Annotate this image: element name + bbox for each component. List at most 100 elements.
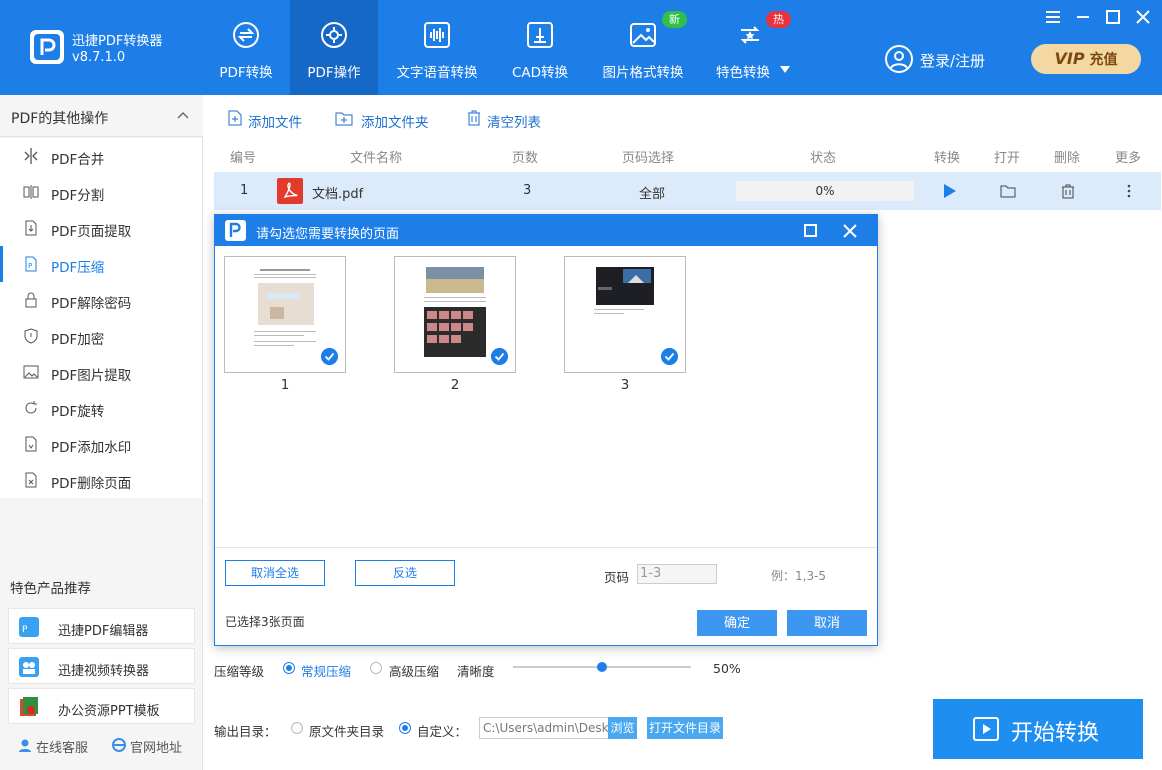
recommend-ppt-template[interactable]: 办公资源PPT模板 [8,688,195,724]
recommend-label: 迅捷视频转换器 [58,664,150,679]
col-no: 编号 [230,151,257,166]
recommend-video-converter[interactable]: 迅捷视频转换器 [8,648,195,684]
sidebar-item-encrypt[interactable]: PDF加密 [0,318,202,354]
tab-label: PDF操作 [307,65,361,81]
deselect-all-button[interactable]: 取消全选 [225,560,325,586]
sidebar: PDF的其他操作 PDF合并 PDF分割 PDF页面提取 P PDF压缩 PDF… [0,95,203,770]
gear-icon [321,22,347,48]
checkmark-icon[interactable] [491,348,508,365]
new-badge: 新 [662,11,687,28]
image-extract-icon [23,365,39,379]
col-open: 打开 [994,151,1021,166]
play-icon[interactable] [941,183,957,199]
vip-recharge-button[interactable]: VIP 充值 [1031,44,1141,74]
radio-normal-compress[interactable] [283,662,295,674]
recommend-pdf-editor[interactable]: P 迅捷PDF编辑器 [8,608,195,644]
open-dir-button[interactable]: 打开文件目录 [647,717,723,739]
close-icon[interactable] [1134,8,1152,26]
sidebar-item-label: PDF解除密码 [51,296,132,312]
slider-handle[interactable] [597,662,607,672]
dialog-titlebar[interactable]: 请勾选您需要转换的页面 [215,215,877,246]
tab-label: CAD转换 [511,65,569,81]
col-name: 文件名称 [350,151,403,166]
invert-selection-button[interactable]: 反选 [355,560,455,586]
row-range[interactable]: 全部 [639,183,665,202]
page-thumbnail[interactable] [224,256,346,373]
add-file-label: 添加文件 [248,115,302,131]
custom-folder-label: 自定义： [417,724,468,739]
page-range-example: 例：1,3-5 [771,569,827,583]
app-name: 迅捷PDF转换器 [72,34,163,49]
play-box-icon [973,717,999,741]
sidebar-item-rotate[interactable]: PDF旋转 [0,390,202,426]
sidebar-item-compress[interactable]: P PDF压缩 [0,246,202,282]
dialog-title: 请勾选您需要转换的页面 [256,227,400,242]
menu-icon[interactable] [1044,8,1062,26]
unlock-icon [25,292,37,308]
page-range-input[interactable]: 1-3 [637,564,717,584]
normal-compress-label: 常规压缩 [301,664,352,679]
radio-custom-folder[interactable] [399,722,411,734]
selected-info: 已选择3张页面 [225,615,305,629]
svg-text:P: P [28,262,32,270]
tab-label: 文字语音转换 [396,65,478,81]
tab-pdf-convert[interactable]: PDF转换 [204,0,288,95]
watermark-icon [25,436,37,452]
row-progress: 0% [736,181,914,201]
close-icon[interactable] [842,223,858,239]
sidebar-item-split[interactable]: PDF分割 [0,174,202,210]
maximize-icon[interactable] [804,224,817,237]
sidebar-item-delete-page[interactable]: PDF删除页面 [0,462,202,498]
col-more: 更多 [1115,151,1142,166]
checkmark-icon[interactable] [661,348,678,365]
image-icon [630,23,656,47]
page-preview [250,263,320,366]
page-preview [590,263,660,366]
trash-icon[interactable] [1060,183,1076,199]
cancel-button[interactable]: 取消 [787,610,867,636]
app-logo-icon [30,30,64,64]
col-range: 页码选择 [622,151,675,166]
tab-cad[interactable]: CAD转换 [498,0,582,95]
browse-button[interactable]: 浏览 [608,717,637,739]
sidebar-title: PDF的其他操作 [11,111,109,127]
row-pages: 3 [523,183,532,198]
tab-pdf-operate[interactable]: PDF操作 [290,0,378,95]
clarity-slider[interactable] [513,662,691,672]
sidebar-item-watermark[interactable]: PDF添加水印 [0,426,202,462]
folder-open-icon[interactable] [1000,183,1016,199]
chevron-up-icon [177,112,189,119]
customer-service-icon [19,739,31,752]
recommend-label: 迅捷PDF编辑器 [58,624,149,639]
page-thumbnail[interactable] [564,256,686,373]
start-convert-button[interactable]: 开始转换 [933,699,1143,759]
sidebar-item-label: PDF旋转 [51,404,105,420]
add-file-icon [228,110,242,126]
sidebar-item-page-extract[interactable]: PDF页面提取 [0,210,202,246]
compress-level-label: 压缩等级 [214,664,265,679]
checkmark-icon[interactable] [321,348,338,365]
compress-icon: P [25,256,37,272]
more-icon[interactable] [1121,183,1137,199]
progress-text: 0% [815,184,835,198]
sidebar-item-unlock[interactable]: PDF解除密码 [0,282,202,318]
confirm-button[interactable]: 确定 [697,610,777,636]
sidebar-header[interactable]: PDF的其他操作 [0,95,203,137]
page-thumbnails: 1 2 3 [215,246,877,548]
sidebar-item-label: PDF加密 [51,332,105,348]
cad-icon [527,22,553,48]
hot-badge: 热 [766,11,791,28]
page-thumbnail[interactable] [394,256,516,373]
sidebar-item-merge[interactable]: PDF合并 [0,138,202,174]
radio-high-compress[interactable] [370,662,382,674]
minimize-icon[interactable] [1074,8,1092,26]
sidebar-item-label: PDF图片提取 [51,368,132,384]
sidebar-item-image-extract[interactable]: PDF图片提取 [0,354,202,390]
maximize-icon[interactable] [1104,8,1122,26]
add-folder-icon [335,112,353,126]
start-convert-label: 开始转换 [1011,721,1100,746]
page-select-dialog: 请勾选您需要转换的页面 1 2 3 取消全选 反选 页码 1-3 例：1,3-5… [214,214,878,646]
radio-original-folder[interactable] [291,722,303,734]
table-row[interactable]: 1 文档.pdf 3 全部 0% [214,172,1161,210]
tab-text-speech[interactable]: 文字语音转换 [388,0,486,95]
